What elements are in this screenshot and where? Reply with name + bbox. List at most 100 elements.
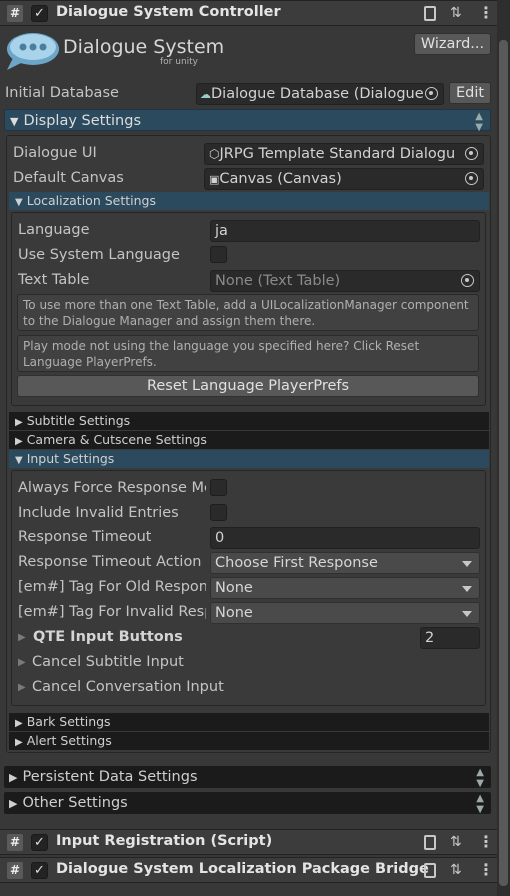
dialogue-bubble-logo-icon <box>3 30 61 72</box>
language-help-box: Play mode not using the language you spe… <box>17 335 479 372</box>
foldout-collapsed-icon: ▶ <box>9 771 18 784</box>
use-system-language-label: Use System Language <box>18 247 180 263</box>
bark-settings-title: Bark Settings <box>26 714 111 729</box>
text-table-label: Text Table <box>18 272 90 288</box>
enable-checkbox[interactable]: ✓ <box>31 5 48 22</box>
dropdown-arrow-icon <box>462 586 472 592</box>
vertical-scrollbar[interactable] <box>497 0 510 896</box>
default-canvas-field[interactable]: ▣Canvas (Canvas) <box>204 168 484 190</box>
canvas-icon: ▣ <box>209 173 220 186</box>
script-icon: # <box>7 862 23 879</box>
foldout-collapsed-icon: ▶ <box>9 797 18 810</box>
preset-sliders-icon[interactable]: ⇅ <box>450 862 462 878</box>
preset-sliders-icon[interactable]: ⇅ <box>450 5 462 21</box>
foldout-collapsed-icon[interactable]: ▶ <box>18 657 26 668</box>
dropdown-arrow-icon <box>462 561 472 567</box>
cancel-subtitle-input-label[interactable]: Cancel Subtitle Input <box>32 654 184 670</box>
qte-input-buttons-size[interactable]: 2 <box>420 627 480 649</box>
foldout-expanded-icon: ▼ <box>10 115 19 128</box>
context-menu-icon[interactable]: ⋮ <box>478 3 494 22</box>
logo-subtitle: for unity <box>160 57 198 67</box>
other-settings-header[interactable]: ▶ Other Settings ▲ ▼ <box>4 792 491 815</box>
include-invalid-entries-checkbox[interactable] <box>210 504 227 521</box>
script-icon: # <box>7 5 23 22</box>
input-settings-header[interactable]: ▼ Input Settings <box>9 450 489 468</box>
foldout-expanded-icon: ▼ <box>15 455 23 466</box>
em-tag-invalid-responses-dropdown[interactable]: None <box>210 602 480 624</box>
component-header-input-registration[interactable]: # ✓ Input Registration (Script) ⇅ ⋮ <box>0 829 497 855</box>
help-book-icon[interactable] <box>424 6 436 21</box>
wizard-button[interactable]: Wizard... <box>414 33 491 55</box>
component-title: Dialogue System Controller <box>56 4 281 20</box>
edit-database-button[interactable]: Edit <box>449 82 491 104</box>
camera-cutscene-settings-header[interactable]: ▶ Camera & Cutscene Settings <box>9 431 489 449</box>
foldout-collapsed-icon[interactable]: ▶ <box>18 682 26 693</box>
subtitle-settings-header[interactable]: ▶ Subtitle Settings <box>9 412 489 430</box>
enable-checkbox[interactable]: ✓ <box>31 834 48 851</box>
localization-settings-header[interactable]: ▼ Localization Settings <box>9 192 489 210</box>
always-force-response-checkbox[interactable] <box>210 479 227 496</box>
help-book-icon[interactable] <box>424 863 436 878</box>
response-timeout-action-label: Response Timeout Action <box>18 554 202 570</box>
foldout-collapsed-icon: ▶ <box>15 718 23 729</box>
em-tag-old-responses-value: None <box>215 580 253 596</box>
display-settings-title: Display Settings <box>23 113 141 129</box>
component-header-localization-bridge[interactable]: # ✓ Dialogue System Localization Package… <box>0 857 497 883</box>
context-menu-icon[interactable]: ⋮ <box>478 832 494 851</box>
foldout-collapsed-icon: ▶ <box>15 417 23 428</box>
dialogue-ui-field[interactable]: ⬡JRPG Template Standard Dialogu <box>204 143 484 165</box>
response-timeout-action-value: Choose First Response <box>215 555 378 571</box>
qte-input-buttons-label[interactable]: QTE Input Buttons <box>33 629 183 645</box>
scrollbar-thumb[interactable] <box>499 40 508 886</box>
object-picker-icon[interactable] <box>461 274 474 287</box>
text-table-field[interactable]: None (Text Table) <box>210 270 480 292</box>
default-canvas-value: Canvas (Canvas) <box>219 171 342 187</box>
dialogue-ui-value: JRPG Template Standard Dialogu <box>219 146 456 162</box>
use-system-language-checkbox[interactable] <box>210 246 227 263</box>
localization-settings-title: Localization Settings <box>26 193 156 208</box>
foldout-collapsed-icon[interactable]: ▶ <box>18 632 26 643</box>
em-tag-old-responses-label: [em#] Tag For Old Responses <box>18 579 206 595</box>
updown-arrows-icon: ▲ ▼ <box>476 793 484 815</box>
enable-checkbox[interactable]: ✓ <box>31 862 48 879</box>
updown-arrows-icon: ▲ ▼ <box>476 767 484 789</box>
persistent-data-settings-header[interactable]: ▶ Persistent Data Settings ▲ ▼ <box>4 766 491 789</box>
language-input[interactable]: ja <box>210 220 480 242</box>
text-table-value: None (Text Table) <box>215 273 341 289</box>
script-icon: # <box>7 834 23 851</box>
initial-database-value: Dialogue Database (Dialogue <box>211 86 424 102</box>
bark-settings-header[interactable]: ▶ Bark Settings <box>9 713 489 731</box>
cancel-conversation-input-label[interactable]: Cancel Conversation Input <box>32 679 224 695</box>
always-force-response-label: Always Force Response Menu <box>18 480 206 496</box>
object-picker-icon[interactable] <box>425 87 438 100</box>
help-book-icon[interactable] <box>424 835 436 850</box>
response-timeout-action-dropdown[interactable]: Choose First Response <box>210 552 480 574</box>
alert-settings-title: Alert Settings <box>26 733 112 748</box>
reset-language-playerprefs-button[interactable]: Reset Language PlayerPrefs <box>17 375 479 397</box>
response-timeout-label: Response Timeout <box>18 529 152 545</box>
em-tag-old-responses-dropdown[interactable]: None <box>210 577 480 599</box>
dropdown-arrow-icon <box>462 611 472 617</box>
updown-arrows-icon: ▲ ▼ <box>475 111 483 133</box>
default-canvas-label: Default Canvas <box>13 170 124 186</box>
foldout-collapsed-icon: ▶ <box>15 436 23 447</box>
object-picker-icon[interactable] <box>465 147 478 160</box>
preset-sliders-icon[interactable]: ⇅ <box>450 834 462 850</box>
foldout-collapsed-icon: ▶ <box>15 737 23 748</box>
component-header-dialogue-system-controller[interactable]: # ✓ Dialogue System Controller ⇅ ⋮ <box>0 0 497 26</box>
alert-settings-header[interactable]: ▶ Alert Settings <box>9 732 489 750</box>
persistent-data-settings-title: Persistent Data Settings <box>22 769 198 785</box>
database-asset-icon: ☁ <box>200 88 211 101</box>
component-title: Dialogue System Localization Package Bri… <box>56 861 429 877</box>
dialogue-ui-label: Dialogue UI <box>13 145 97 161</box>
input-settings-title: Input Settings <box>26 451 115 466</box>
camera-cutscene-settings-title: Camera & Cutscene Settings <box>26 432 207 447</box>
other-settings-title: Other Settings <box>22 795 128 811</box>
response-timeout-input[interactable]: 0 <box>210 527 480 549</box>
display-settings-header[interactable]: ▼ Display Settings ▲ ▼ <box>4 109 491 133</box>
em-tag-invalid-responses-value: None <box>215 605 253 621</box>
initial-database-field[interactable]: ☁Dialogue Database (Dialogue <box>196 83 444 105</box>
object-picker-icon[interactable] <box>465 172 478 185</box>
logo-title: Dialogue System <box>63 36 225 58</box>
context-menu-icon[interactable]: ⋮ <box>478 860 494 879</box>
